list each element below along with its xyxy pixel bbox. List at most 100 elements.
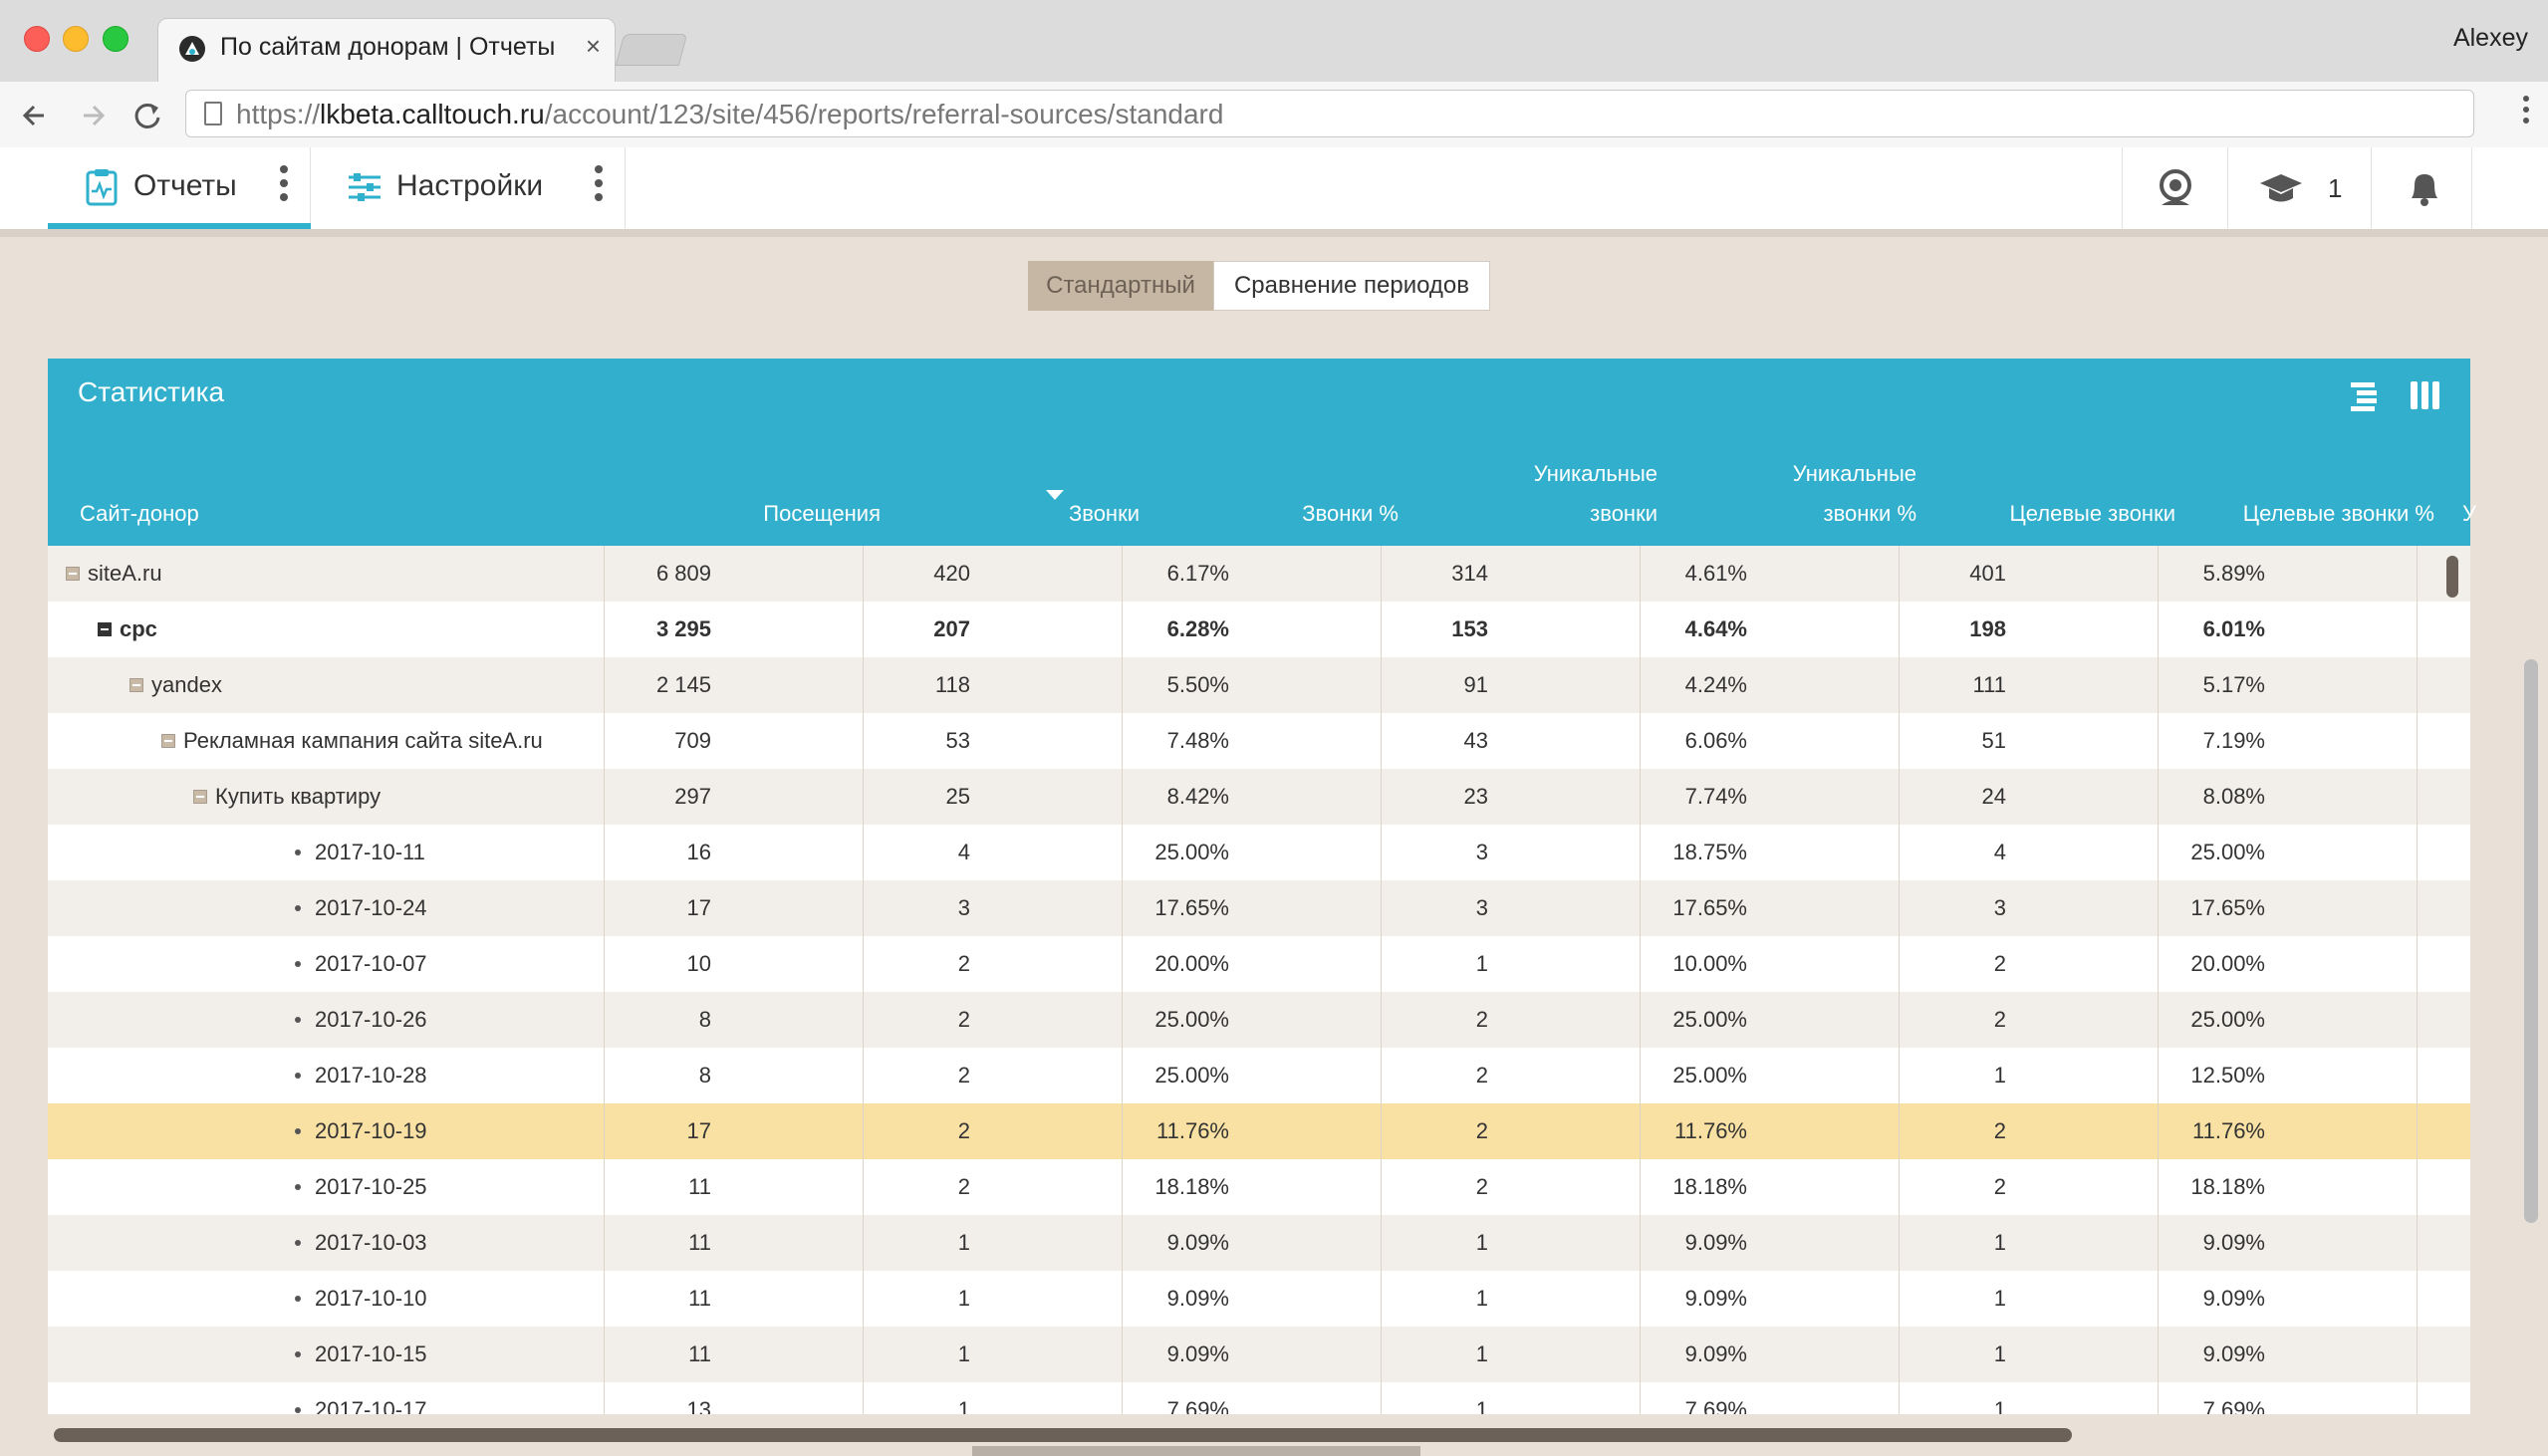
cell-unique-pct: 9.09% [1684,1341,1747,1366]
tab-reports-label: Отчеты [133,169,237,202]
table-row[interactable]: siteA.ru 6 809 420 6.17% 314 4.61% 401 5.89% [48,546,2470,602]
column-header-truncated[interactable]: У [2462,494,2476,534]
table-row[interactable]: 2017-10-03 11 1 9.09% 1 9.09% 1 9.09% [48,1215,2470,1271]
column-header-target-calls-pct[interactable]: Целевые звонки % [2243,494,2434,534]
notifications-button[interactable] [2371,147,2472,229]
collapse-toggle-icon[interactable] [161,734,175,748]
graduation-cap-icon [2260,174,2302,202]
url-text[interactable]: https://lkbeta.calltouch.ru/account/123/… [236,99,1223,130]
cell-visits: 3 295 [655,616,711,641]
panel-title: Статистика [78,376,225,407]
sort-descending-icon [1046,490,1064,500]
table-row[interactable]: 2017-10-17 13 1 7.69% 1 7.69% 1 7.69% [48,1382,2470,1414]
collapse-toggle-icon[interactable] [98,622,112,636]
address-bar[interactable]: https://lkbeta.calltouch.ru/account/123/… [185,90,2474,137]
reload-icon[interactable] [126,94,169,137]
forward-arrow-icon[interactable] [70,94,114,137]
tab-settings[interactable]: Настройки [311,147,626,229]
tree-view-icon[interactable] [2349,378,2383,412]
menu-dots-icon[interactable] [2516,96,2536,123]
cell-unique: 91 [1463,672,1488,697]
cell-calls-pct: 11.76% [1156,1118,1229,1143]
cell-unique-pct: 4.64% [1684,616,1747,641]
url-path: /account/123/site/456/reports/referral-s… [544,99,1224,129]
mode-compare-periods-button[interactable]: Сравнение периодов [1213,261,1490,311]
collapse-toggle-icon[interactable] [66,567,80,581]
collapse-toggle-icon[interactable] [193,790,207,804]
table-row[interactable]: 2017-10-19 17 2 11.76% 2 11.76% 2 11.76% [48,1103,2470,1159]
cell-visits: 11 [688,1230,711,1255]
table-row[interactable]: 2017-10-11 16 4 25.00% 3 18.75% 4 25.00% [48,825,2470,880]
cell-target-pct: 18.18% [2190,1174,2265,1199]
cell-unique-pct: 7.69% [1684,1397,1747,1414]
table-row[interactable]: yandex 2 145 118 5.50% 91 4.24% 111 5.17% [48,657,2470,713]
close-tab-icon[interactable]: × [586,31,601,62]
cell-visits: 11 [688,1174,711,1199]
table-row[interactable]: Купить квартиру 297 25 8.42% 23 7.74% 24 8.08% [48,769,2470,825]
cell-visits: 13 [686,1397,711,1414]
browser-titlebar: По сайтам донорам | Отчеты × Alexey [0,0,2548,83]
column-divider [2158,546,2159,1414]
column-header-calls[interactable]: Звонки [1069,494,1140,534]
cell-visits: 6 809 [655,561,711,586]
column-divider [1899,546,1900,1414]
url-scheme: https:// [236,99,321,129]
support-button[interactable] [2122,147,2227,229]
bell-icon [2412,174,2437,206]
bullet-icon [295,1128,301,1134]
cell-calls: 25 [945,784,970,809]
education-count-badge: 1 [2328,173,2343,203]
back-arrow-icon[interactable] [14,94,58,137]
table-vertical-scrollbar-thumb[interactable] [2446,556,2458,598]
row-label: 2017-10-03 [315,1230,427,1255]
table-row[interactable]: cpc 3 295 207 6.28% 153 4.64% 198 6.01% [48,602,2470,657]
education-button[interactable]: 1 [2227,147,2371,229]
columns-icon[interactable] [2409,378,2442,412]
browser-tab-active[interactable]: По сайтам донорам | Отчеты × [157,18,616,82]
table-row[interactable]: 2017-10-26 8 2 25.00% 2 25.00% 2 25.00% [48,992,2470,1048]
column-header-target-calls[interactable]: Целевые звонки [2009,494,2175,534]
tab-reports[interactable]: Отчеты [48,147,311,229]
column-header-visits[interactable]: Посещения [763,494,881,534]
bullet-icon [295,1407,301,1413]
browser-user-name[interactable]: Alexey [2453,24,2528,53]
minimize-window-button[interactable] [63,26,89,52]
sliders-icon [349,173,381,201]
cell-unique: 2 [1475,1118,1488,1143]
settings-kebab-icon[interactable] [595,165,605,207]
table-row[interactable]: 2017-10-25 11 2 18.18% 2 18.18% 2 18.18% [48,1159,2470,1215]
row-label: 2017-10-11 [315,840,425,864]
table-row[interactable]: 2017-10-28 8 2 25.00% 2 25.00% 1 12.50% [48,1048,2470,1103]
column-header-unique-calls[interactable]: Уникальные звонки [1534,454,1657,534]
cell-target-pct: 9.09% [2202,1286,2265,1311]
row-label: siteA.ru [88,561,162,586]
table-row[interactable]: Рекламная кампания сайта siteA.ru 709 53 7.… [48,713,2470,769]
cell-visits: 297 [674,784,711,809]
bullet-icon [295,1351,301,1357]
table-row[interactable]: 2017-10-24 17 3 17.65% 3 17.65% 3 17.65% [48,880,2470,936]
mode-standard-button[interactable]: Стандартный [1028,261,1213,311]
cell-calls: 3 [957,895,970,920]
table-row[interactable]: 2017-10-10 11 1 9.09% 1 9.09% 1 9.09% [48,1271,2470,1327]
cell-target-pct: 5.89% [2202,561,2265,586]
column-header-unique-calls-pct[interactable]: Уникальные звонки % [1793,454,1916,534]
cell-calls: 4 [957,840,970,864]
table-horizontal-scrollbar-thumb[interactable] [54,1428,2072,1442]
cell-calls: 1 [957,1397,970,1414]
row-label: 2017-10-24 [315,895,427,920]
maximize-window-button[interactable] [103,26,128,52]
cell-calls-pct: 5.50% [1166,672,1229,697]
cell-calls-pct: 25.00% [1154,840,1229,864]
table-row[interactable]: 2017-10-07 10 2 20.00% 1 10.00% 2 20.00% [48,936,2470,992]
table-row[interactable]: 2017-10-15 11 1 9.09% 1 9.09% 1 9.09% [48,1327,2470,1382]
close-window-button[interactable] [24,26,50,52]
reports-kebab-icon[interactable] [280,165,290,207]
cell-unique-pct: 7.74% [1684,784,1747,809]
page-vertical-scrollbar-thumb[interactable] [2524,659,2538,1223]
url-host: lkbeta.calltouch.ru [320,99,545,129]
column-header-calls-pct[interactable]: Звонки % [1302,494,1399,534]
new-tab-button[interactable] [615,34,688,66]
cell-unique: 2 [1475,1174,1488,1199]
collapse-toggle-icon[interactable] [129,678,143,692]
column-header-site[interactable]: Сайт-донор [80,494,199,534]
